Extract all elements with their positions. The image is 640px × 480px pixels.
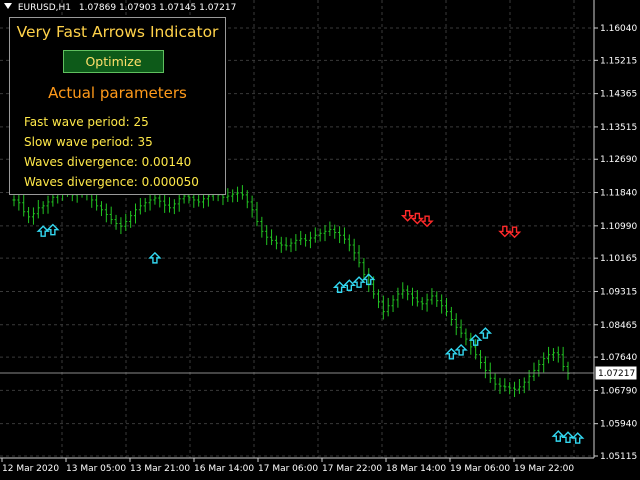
price-label: 1.11840 xyxy=(600,189,637,199)
params-heading: Actual parameters xyxy=(48,84,187,102)
buy-arrow-icon xyxy=(342,279,357,291)
time-axis: 12 Mar 2020 13 Mar 05:00 13 Mar 21:00 16 Ma… xyxy=(1,458,574,474)
price-label: 1.14365 xyxy=(600,90,637,100)
time-label: 16 Mar 14:00 xyxy=(194,464,254,474)
optimize-button[interactable]: Optimize xyxy=(63,50,164,73)
buy-arrow-icon xyxy=(478,327,493,339)
current-price-label: 1.07217 xyxy=(598,369,635,379)
sell-arrow-icon xyxy=(507,226,522,239)
sell-arrow-icon xyxy=(498,225,512,238)
price-label: 1.06790 xyxy=(600,386,637,396)
buy-arrow-icon xyxy=(454,343,468,356)
price-bars xyxy=(12,181,570,398)
price-label: 1.05115 xyxy=(600,452,637,462)
param-slow-wave: Slow wave period: 35 xyxy=(24,135,153,149)
price-axis: 1.16040 1.15215 1.14365 1.13515 1.12690 1.118… xyxy=(594,24,637,462)
buy-arrow-icon xyxy=(36,225,50,237)
time-label: 19 Mar 06:00 xyxy=(450,464,510,474)
time-label: 17 Mar 06:00 xyxy=(258,464,318,474)
price-label: 1.08465 xyxy=(600,321,637,331)
ohlc-values: 1.07869 1.07903 1.07145 1.07217 xyxy=(78,3,237,13)
price-label: 1.15215 xyxy=(600,56,637,66)
price-label: 1.13515 xyxy=(600,123,637,133)
dropdown-triangle-icon[interactable] xyxy=(4,3,12,9)
param-divergence-1: Waves divergence: 0.00140 xyxy=(24,155,192,169)
buy-arrow-icon xyxy=(148,251,162,264)
price-label: 1.10165 xyxy=(600,254,637,264)
sell-arrow-icon xyxy=(420,215,434,228)
price-label: 1.05940 xyxy=(600,420,637,430)
panel-title: Very Fast Arrows Indicator xyxy=(16,23,219,41)
price-label: 1.12690 xyxy=(600,155,637,165)
symbol-label: EURUSD,H1 xyxy=(17,3,71,13)
time-label: 17 Mar 22:00 xyxy=(322,464,382,474)
time-label: 19 Mar 22:00 xyxy=(514,464,574,474)
time-label: 12 Mar 2020 xyxy=(2,464,59,474)
buy-arrow-icon xyxy=(551,430,565,442)
buy-arrow-icon xyxy=(561,431,575,443)
time-label: 18 Mar 14:00 xyxy=(386,464,446,474)
symbol-info-bar: EURUSD,H1 1.07869 1.07903 1.07145 1.0721… xyxy=(4,3,236,13)
time-label: 13 Mar 21:00 xyxy=(130,464,190,474)
price-label: 1.10990 xyxy=(600,222,637,232)
sell-arrow-icon xyxy=(400,210,415,222)
buy-arrow-icon xyxy=(332,281,347,293)
indicator-panel: Very Fast Arrows Indicator Optimize Actu… xyxy=(9,17,226,195)
sell-arrow-icon xyxy=(410,212,425,225)
price-label: 1.07640 xyxy=(600,353,637,363)
time-label: 13 Mar 05:00 xyxy=(66,464,126,474)
price-label: 1.16040 xyxy=(600,24,637,34)
param-divergence-2: Waves divergence: 0.000050 xyxy=(24,175,199,189)
param-fast-wave: Fast wave period: 25 xyxy=(24,115,149,129)
price-label: 1.09315 xyxy=(600,287,637,297)
